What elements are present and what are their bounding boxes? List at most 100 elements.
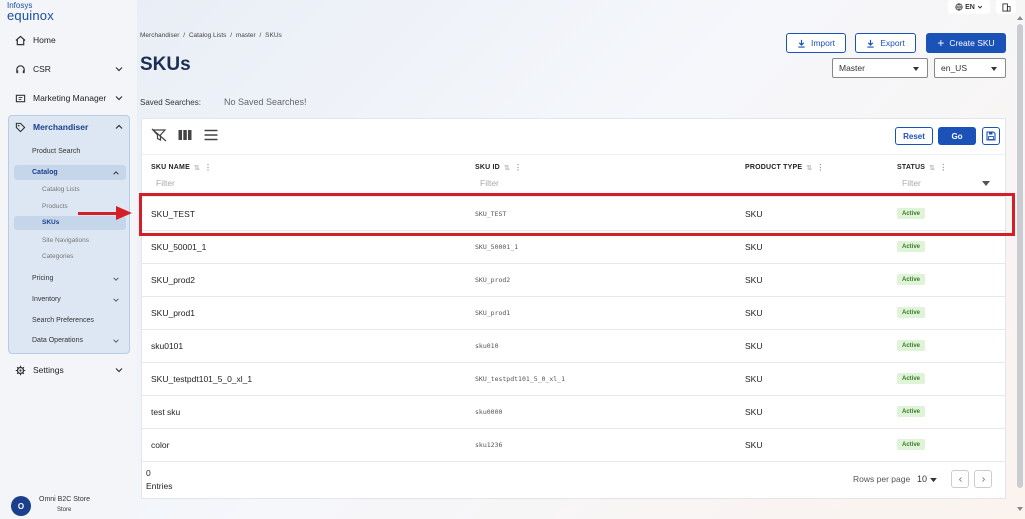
create-sku-button[interactable]: + Create SKU (926, 33, 1006, 53)
sidebar-item-data-operations[interactable]: Data Operations (32, 337, 83, 344)
export-button[interactable]: Export (855, 33, 916, 53)
caret-down-icon (913, 67, 919, 71)
sidebar-item-label: Home (33, 35, 56, 45)
density-icon[interactable] (203, 128, 219, 142)
sidebar-item-home[interactable]: Home (14, 31, 126, 49)
sidebar-item-catalog[interactable] (14, 165, 126, 180)
home-icon (14, 34, 26, 46)
saved-searches-value[interactable]: No Saved Searches! (224, 97, 307, 107)
sidebar-item-csr[interactable]: CSR (14, 60, 126, 78)
columns-icon[interactable] (177, 128, 193, 142)
chevron-down-icon (115, 67, 123, 72)
column-header-status[interactable]: STATUS ⇅ ⋮ (897, 163, 947, 172)
store-avatar[interactable]: O (11, 496, 31, 516)
building-icon (1001, 2, 1011, 12)
cell-sku-name[interactable]: color (151, 440, 169, 450)
sidebar-item-skus[interactable] (14, 216, 126, 230)
chevron-right-icon (981, 476, 985, 482)
column-menu-icon[interactable]: ⋮ (939, 163, 947, 172)
sort-icon[interactable]: ⇅ (929, 164, 935, 172)
sku-id-filter[interactable]: Filter (480, 178, 499, 188)
sidebar-item-label: Merchandiser (33, 122, 89, 132)
page-title: SKUs (140, 54, 191, 75)
breadcrumb-separator: / (230, 32, 233, 39)
gear-icon (14, 364, 26, 376)
status-filter[interactable]: Filter (902, 178, 921, 188)
chevron-down-icon (113, 298, 119, 302)
scroll-up-arrow-icon[interactable] (1016, 14, 1024, 22)
reset-button[interactable]: Reset (895, 127, 933, 145)
cell-sku-name[interactable]: SKU_50001_1 (151, 242, 206, 252)
locale-select[interactable]: en_US (934, 58, 1006, 78)
cell-product-type: SKU (745, 242, 763, 252)
column-header-product-type[interactable]: PRODUCT TYPE ⇅ ⋮ (745, 163, 825, 172)
sidebar-item-marketing[interactable]: Marketing Manager (14, 89, 126, 107)
go-button[interactable]: Go (938, 127, 976, 145)
sidebar-item-label: Settings (33, 365, 64, 375)
status-badge: Active (897, 307, 926, 318)
row-divider (142, 296, 1005, 297)
cell-sku-name[interactable]: test sku (151, 407, 180, 417)
sidebar-item-inventory[interactable]: Inventory (32, 296, 61, 303)
chevron-down-icon (115, 96, 123, 101)
cell-product-type: SKU (745, 308, 763, 318)
sidebar-item-merchandiser[interactable]: Merchandiser (14, 118, 126, 136)
sku-name-filter[interactable]: Filter (156, 178, 175, 188)
catalog-select[interactable]: Master (832, 58, 928, 78)
breadcrumb-master[interactable]: master (236, 32, 256, 39)
cell-product-type: SKU (745, 341, 763, 351)
column-menu-icon[interactable]: ⋮ (204, 163, 212, 172)
sidebar-item-search-preferences[interactable]: Search Preferences (32, 317, 94, 324)
sidebar-item-label: Marketing Manager (33, 93, 107, 103)
caret-down-icon[interactable] (982, 181, 990, 187)
arrow-icon (78, 212, 118, 215)
vertical-scrollbar[interactable] (1017, 24, 1023, 488)
cell-product-type: SKU (745, 275, 763, 285)
sidebar-item-pricing[interactable]: Pricing (32, 275, 53, 282)
scroll-down-arrow-icon[interactable] (1016, 505, 1024, 513)
status-badge: Active (897, 274, 926, 285)
next-page-button[interactable] (974, 470, 992, 488)
sidebar-item-settings[interactable]: Settings (14, 361, 126, 379)
cell-sku-name[interactable]: SKU_prod1 (151, 308, 195, 318)
sidebar-item-product-search[interactable]: Product Search (32, 148, 80, 155)
save-search-button[interactable] (982, 127, 1000, 145)
sidebar-item-site-navigations[interactable]: Site Navigations (42, 237, 89, 244)
sort-icon[interactable]: ⇅ (806, 164, 812, 172)
cell-sku-id: SKU_prod2 (475, 276, 511, 284)
store-type: Store (57, 507, 72, 513)
status-badge: Active (897, 340, 926, 351)
column-header-sku-id[interactable]: SKU ID ⇅ ⋮ (475, 163, 522, 172)
cell-sku-name[interactable]: sku0101 (151, 341, 183, 351)
brand-logo[interactable]: Infosys equinox (7, 2, 54, 23)
caret-down-icon (991, 67, 997, 71)
plus-icon: + (937, 36, 945, 50)
sidebar-item-catalog-lists[interactable]: Catalog Lists (42, 186, 80, 193)
sidebar-item-categories[interactable]: Categories (42, 253, 73, 260)
sort-icon[interactable]: ⇅ (194, 164, 200, 172)
cell-sku-id: SKU_50001_1 (475, 243, 519, 251)
store-switcher-button[interactable] (996, 0, 1016, 14)
import-button[interactable]: Import (786, 33, 846, 53)
status-badge: Active (897, 439, 926, 450)
previous-page-button[interactable] (951, 470, 969, 488)
breadcrumb-catalog-lists[interactable]: Catalog Lists (189, 32, 227, 39)
sidebar-item-products[interactable]: Products (42, 203, 68, 210)
cell-sku-id: sku010 (475, 342, 499, 350)
chevron-left-icon (958, 476, 962, 482)
column-menu-icon[interactable]: ⋮ (514, 163, 522, 172)
cell-product-type: SKU (745, 374, 763, 384)
language-selector[interactable]: EN (948, 0, 990, 14)
cell-sku-name[interactable]: SKU_prod2 (151, 275, 195, 285)
sort-icon[interactable]: ⇅ (504, 164, 510, 172)
row-divider (142, 428, 1005, 429)
breadcrumb-merchandiser[interactable]: Merchandiser (140, 32, 179, 39)
column-header-sku-name[interactable]: SKU NAME ⇅ ⋮ (151, 163, 212, 172)
cell-sku-name[interactable]: SKU_testpdt101_5_0_xl_1 (151, 374, 252, 384)
clear-filter-icon[interactable] (151, 128, 167, 142)
status-badge: Active (897, 373, 926, 384)
rows-per-page-label: Rows per page (853, 474, 911, 484)
export-icon (867, 39, 874, 48)
column-menu-icon[interactable]: ⋮ (816, 163, 824, 172)
row-divider (142, 461, 1005, 462)
